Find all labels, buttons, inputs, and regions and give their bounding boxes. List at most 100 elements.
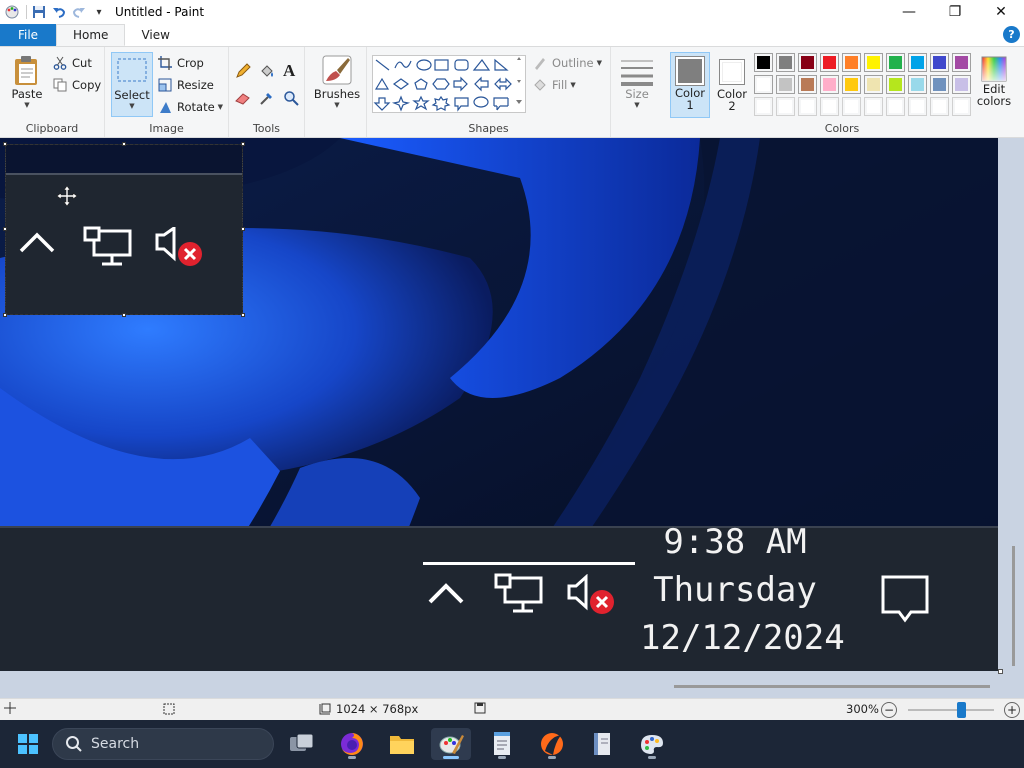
move-cursor-icon (56, 185, 78, 207)
copy-icon (52, 77, 68, 93)
enlarged-day: Thursday (653, 570, 817, 610)
search-icon (66, 736, 82, 752)
color-swatch-fill (955, 78, 968, 91)
drawing-canvas[interactable]: 9:38 AM Thursday 12/12/2024 (0, 138, 998, 671)
pencil-icon[interactable] (235, 63, 251, 79)
resize-handle-ne[interactable] (241, 142, 245, 146)
color-swatch[interactable] (776, 97, 795, 116)
task-view-button[interactable] (282, 728, 322, 760)
taskbar-file-explorer[interactable] (382, 728, 422, 760)
crop-button[interactable]: Crop (157, 55, 204, 71)
color-swatch[interactable] (754, 53, 773, 72)
tab-file[interactable]: File (0, 24, 56, 46)
color-swatch[interactable] (776, 75, 795, 94)
color-swatch[interactable] (886, 97, 905, 116)
resize-handle-se[interactable] (241, 313, 245, 317)
color-swatch[interactable] (908, 53, 927, 72)
resize-handle-s[interactable] (122, 313, 126, 317)
resize-handle-nw[interactable] (3, 142, 7, 146)
close-button[interactable]: ✕ (978, 0, 1024, 24)
color-swatch[interactable] (908, 75, 927, 94)
zoom-slider-track[interactable] (908, 702, 994, 718)
tab-home[interactable]: Home (56, 24, 126, 46)
fill-dropdown[interactable]: Fill ▼ (532, 77, 576, 93)
resize-handle-e[interactable] (241, 227, 245, 231)
color1-button[interactable]: Color 1 (670, 52, 710, 118)
taskbar-search-box[interactable]: Search (52, 728, 274, 760)
resize-handle-w[interactable] (3, 227, 7, 231)
color-swatch[interactable] (908, 97, 927, 116)
size-button[interactable]: Size ▼ (619, 55, 655, 109)
color-swatch[interactable] (930, 75, 949, 94)
horizontal-scrollbar[interactable] (674, 685, 990, 688)
start-button[interactable] (8, 728, 48, 760)
edit-colors-button[interactable]: Edit colors (976, 55, 1012, 107)
color-swatch[interactable] (886, 53, 905, 72)
color-swatch[interactable] (842, 53, 861, 72)
color-swatch[interactable] (754, 75, 773, 94)
color-swatch[interactable] (754, 97, 773, 116)
brushes-button[interactable]: Brushes ▼ (314, 53, 360, 109)
color-picker-icon[interactable] (259, 90, 275, 106)
rotate-button[interactable]: Rotate ▼ (157, 99, 223, 115)
paint-app-icon[interactable] (4, 4, 20, 20)
outline-dropdown[interactable]: Outline ▼ (532, 55, 602, 71)
color-swatch[interactable] (952, 53, 971, 72)
color-swatch[interactable] (798, 53, 817, 72)
resize-handle-sw[interactable] (3, 313, 7, 317)
minimize-button[interactable]: — (886, 0, 932, 24)
canvas-resize-handle[interactable] (998, 669, 1003, 674)
color-swatch[interactable] (842, 75, 861, 94)
canvas-workspace: 9:38 AM Thursday 12/12/2024 (0, 138, 1024, 698)
color-swatch[interactable] (820, 53, 839, 72)
help-icon[interactable]: ? (1003, 26, 1020, 43)
color-swatch[interactable] (930, 53, 949, 72)
maximize-button[interactable]: ❐ (932, 0, 978, 24)
select-button[interactable]: Select ▼ (111, 52, 153, 117)
color-swatch[interactable] (864, 75, 883, 94)
zoom-out-button[interactable]: − (881, 702, 897, 718)
taskbar-notepad[interactable] (482, 728, 522, 760)
resize-button[interactable]: Resize (157, 77, 214, 93)
color-swatch[interactable] (776, 53, 795, 72)
taskbar-paint-alt[interactable] (632, 728, 672, 760)
fill-bucket-icon[interactable] (259, 63, 275, 79)
color-swatch-fill (823, 100, 836, 113)
color-swatch[interactable] (864, 97, 883, 116)
zoom-in-button[interactable]: + (1004, 702, 1020, 718)
taskbar-book-app[interactable] (582, 728, 622, 760)
customize-quick-access-icon[interactable]: ▾ (91, 4, 107, 20)
taskbar-firefox[interactable] (332, 728, 372, 760)
color-swatch[interactable] (798, 97, 817, 116)
taskbar-app-orange[interactable] (532, 728, 572, 760)
color2-button[interactable]: Color 2 (712, 52, 752, 118)
copy-button[interactable]: Copy (52, 77, 101, 93)
shapes-gallery[interactable] (372, 55, 526, 113)
save-icon[interactable] (31, 4, 47, 20)
color-swatch[interactable] (798, 75, 817, 94)
zoom-slider-thumb[interactable] (957, 702, 967, 718)
windows-logo-icon (18, 734, 38, 754)
eraser-icon[interactable] (235, 90, 251, 106)
color-swatch[interactable] (930, 97, 949, 116)
taskbar-paint[interactable] (431, 728, 471, 760)
color-swatch[interactable] (820, 97, 839, 116)
color-swatch[interactable] (952, 75, 971, 94)
undo-icon[interactable] (51, 4, 67, 20)
color-swatch[interactable] (886, 75, 905, 94)
color-swatch[interactable] (952, 97, 971, 116)
select-label: Select (114, 88, 150, 102)
cut-button[interactable]: Cut (52, 55, 92, 71)
text-tool-icon[interactable]: A (283, 61, 295, 81)
color-swatch[interactable] (842, 97, 861, 116)
tab-view[interactable]: View (125, 24, 185, 46)
vertical-scrollbar[interactable] (1012, 546, 1015, 666)
selection-box[interactable] (3, 142, 245, 317)
resize-handle-n[interactable] (122, 142, 126, 146)
paste-button[interactable]: Paste ▼ (8, 55, 46, 109)
color-swatch[interactable] (864, 53, 883, 72)
redo-icon[interactable] (71, 4, 87, 20)
color-swatch[interactable] (820, 75, 839, 94)
color-swatch-fill (757, 78, 770, 91)
magnifier-icon[interactable] (283, 90, 299, 106)
